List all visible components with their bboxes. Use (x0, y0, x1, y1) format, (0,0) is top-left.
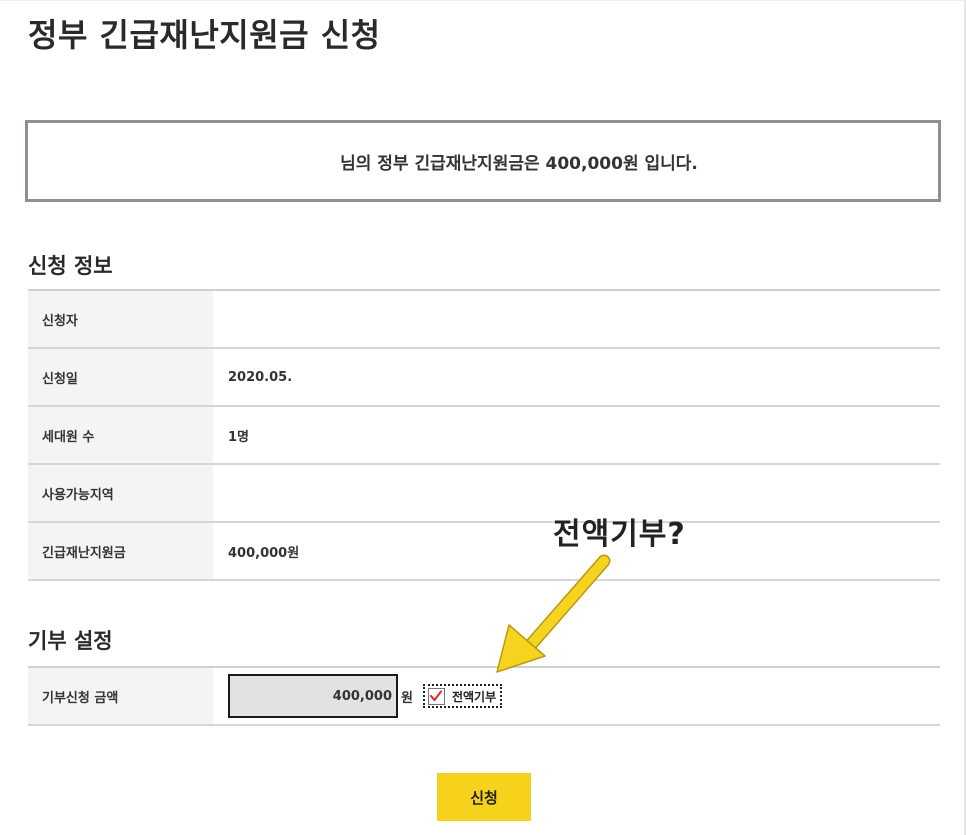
donation-amount-cell: 원 전액기부 (213, 668, 940, 724)
row-label-household-members: 세대원 수 (28, 407, 213, 463)
application-info-table: 신청자 신청일 2020.05. 세대원 수 1명 사용가능지역 긴급재난지원금… (28, 289, 940, 581)
section-title-donation: 기부 설정 (28, 629, 113, 653)
row-label-relief-fund: 긴급재난지원금 (28, 523, 213, 579)
all-donate-label: 전액기부 (451, 689, 497, 704)
notice-text: 님의 정부 긴급재난지원금은 400,000원 입니다. (340, 153, 698, 174)
notice-box: 님의 정부 긴급재난지원금은 400,000원 입니다. (25, 120, 941, 202)
window-top-border (0, 0, 966, 1)
table-row: 신청자 (28, 291, 940, 349)
table-row: 신청일 2020.05. (28, 349, 940, 407)
row-value-household-members: 1명 (228, 429, 250, 445)
row-label-apply-date: 신청일 (28, 349, 213, 405)
row-label-usable-region: 사용가능지역 (28, 465, 213, 521)
section-title-application-info: 신청 정보 (28, 254, 113, 278)
table-row: 세대원 수 1명 (28, 407, 940, 465)
won-unit-label: 원 (401, 690, 413, 706)
page-title: 정부 긴급재난지원금 신청 (28, 16, 381, 54)
apply-button[interactable]: 신청 (437, 773, 531, 821)
all-donate-checkbox[interactable] (427, 687, 445, 705)
annotation-text: 전액기부? (553, 517, 686, 552)
donation-table: 기부신청 금액 원 전액기부 (28, 666, 940, 726)
row-label-applicant: 신청자 (28, 291, 213, 347)
all-donate-checkbox-group[interactable]: 전액기부 (422, 684, 503, 708)
table-row: 사용가능지역 (28, 465, 940, 523)
checkmark-icon (430, 690, 443, 702)
row-value-apply-date: 2020.05. (228, 369, 293, 385)
row-value-applicant (213, 291, 940, 347)
donation-amount-input[interactable] (228, 674, 398, 718)
table-row: 긴급재난지원금 400,000원 (28, 523, 940, 581)
row-label-donation-amount: 기부신청 금액 (28, 668, 213, 724)
table-row: 기부신청 금액 원 전액기부 (28, 668, 940, 726)
